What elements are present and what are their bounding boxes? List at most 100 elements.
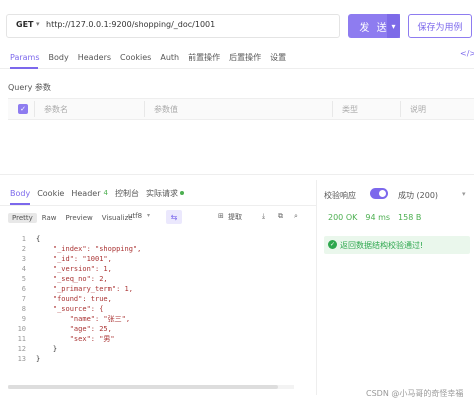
active-tab-indicator [10, 203, 30, 205]
tab-auth[interactable]: Auth [160, 53, 179, 62]
toggle-knob [379, 190, 386, 197]
code-icon[interactable]: </> [460, 49, 474, 58]
response-spec-select[interactable]: 成功 (200) [398, 190, 438, 201]
param-type-field[interactable]: 类型 [342, 104, 358, 115]
word-wrap-icon[interactable]: ⇆ [166, 210, 182, 224]
tab-headers[interactable]: Headers [78, 53, 111, 62]
panel-splitter[interactable] [0, 174, 474, 175]
tab-settings[interactable]: 设置 [270, 52, 286, 63]
header-count-badge: 4 [103, 189, 108, 197]
copy-icon[interactable]: ⧉ [278, 212, 283, 221]
line-number: 5 [21, 275, 26, 283]
validate-response-label: 校验响应 [324, 191, 356, 200]
line-number: 11 [17, 335, 26, 343]
code-line: 6 "_primary_term": 1, [8, 284, 294, 294]
response-status: 200 OK 94 ms 158 B [328, 213, 429, 222]
code-line: 11 "sex": "男" [8, 334, 294, 344]
param-description-field[interactable]: 说明 [410, 104, 426, 115]
watermark: CSDN @小马哥的奇怪幸福 [366, 389, 464, 398]
divider [0, 205, 316, 206]
tab-response-body[interactable]: Body [10, 189, 30, 198]
code-text: { [36, 235, 41, 243]
code-line: 13} [8, 354, 294, 364]
tab-response-cookie[interactable]: Cookie [37, 189, 64, 198]
line-number: 13 [17, 355, 26, 363]
code-text: "_index": "shopping", [36, 245, 142, 253]
code-line: 5 "_seq_no": 2, [8, 274, 294, 284]
tab-pre-operations[interactable]: 前置操作 [188, 52, 220, 63]
url-input[interactable]: http://127.0.0.1:9200/shopping/_doc/1001 [46, 20, 215, 29]
code-text: "_version": 1, [36, 265, 112, 273]
line-number: 12 [17, 345, 26, 353]
query-params-title: Query 参数 [8, 83, 51, 92]
response-time: 94 ms [365, 213, 391, 222]
tab-params[interactable]: Params [10, 53, 40, 62]
line-number: 2 [21, 245, 26, 253]
tab-console[interactable]: 控制台 [115, 188, 139, 199]
active-tab-indicator [10, 67, 38, 69]
chevron-down-icon[interactable]: ▾ [36, 20, 40, 28]
response-size: 158 B [398, 213, 422, 222]
divider [316, 180, 317, 395]
line-number: 10 [17, 325, 26, 333]
code-line: 4 "_version": 1, [8, 264, 294, 274]
encoding-select[interactable]: utf8 [128, 212, 142, 220]
format-raw-button[interactable]: Raw [38, 213, 61, 223]
code-line: 7 "found": true, [8, 294, 294, 304]
chevron-down-icon[interactable]: ▾ [462, 190, 466, 198]
method-select[interactable]: GET [16, 20, 34, 29]
line-number: 9 [21, 315, 26, 323]
tab-cookies[interactable]: Cookies [120, 53, 151, 62]
line-number: 1 [21, 235, 26, 243]
code-line: 8 "_source": { [8, 304, 294, 314]
header-label: Header [71, 188, 101, 198]
code-text: "sex": "男" [36, 335, 115, 343]
params-table-row [8, 98, 474, 120]
code-line: 3 "_id": "1001", [8, 254, 294, 264]
validation-message: 返回数据结构校验通过! [340, 241, 424, 250]
tab-actual-request[interactable]: 实际请求 [146, 188, 184, 199]
status-code: 200 OK [328, 213, 358, 222]
search-icon[interactable]: ⌕ [294, 212, 298, 221]
code-text: "_primary_term": 1, [36, 285, 133, 293]
code-text: "_seq_no": 2, [36, 275, 108, 283]
code-line: 2 "_index": "shopping", [8, 244, 294, 254]
extract-icon: ⊞ [218, 212, 224, 220]
scrollbar-thumb[interactable] [8, 385, 278, 389]
line-number: 6 [21, 285, 26, 293]
code-line: 1{ [8, 234, 294, 244]
select-all-checkbox[interactable]: ✓ [18, 104, 28, 114]
code-line: 9 "name": "张三", [8, 314, 294, 324]
code-text: "found": true, [36, 295, 112, 303]
send-options-chevron-icon[interactable]: ▾ [387, 14, 400, 38]
code-text: "_source": { [36, 305, 104, 313]
divider [400, 101, 401, 117]
check-circle-icon: ✓ [328, 240, 337, 249]
format-toggle-group: Pretty Raw Preview Visualize [8, 211, 138, 225]
line-number: 4 [21, 265, 26, 273]
extract-button[interactable]: 提取 [228, 212, 242, 222]
param-name-field[interactable]: 参数名 [44, 104, 68, 115]
code-text: "age": 25, [36, 325, 112, 333]
status-dot-icon [179, 191, 184, 195]
param-value-field[interactable]: 参数值 [154, 104, 178, 115]
divider [0, 68, 474, 69]
divider [34, 101, 35, 117]
chevron-down-icon[interactable]: ▾ [147, 212, 150, 219]
code-text: "name": "张三", [36, 315, 131, 323]
line-number: 7 [21, 295, 26, 303]
save-as-case-button[interactable]: 保存为用例 [408, 14, 472, 38]
code-line: 12 } [8, 344, 294, 354]
tab-body[interactable]: Body [49, 53, 69, 62]
divider [144, 101, 145, 117]
format-preview-button[interactable]: Preview [62, 213, 97, 223]
divider [332, 101, 333, 117]
request-tabs: Params Body Headers Cookies Auth 前置操作 后置… [10, 48, 474, 66]
response-body-editor[interactable]: 1{ 2 "_index": "shopping", 3 "_id": "100… [8, 231, 294, 385]
code-text: } [36, 355, 41, 363]
download-icon[interactable]: ⤓ [262, 212, 265, 221]
format-pretty-button[interactable]: Pretty [8, 213, 37, 223]
send-label: 发 送 [359, 22, 389, 34]
tab-response-header[interactable]: Header 4 [71, 189, 108, 198]
tab-post-operations[interactable]: 后置操作 [229, 52, 261, 63]
